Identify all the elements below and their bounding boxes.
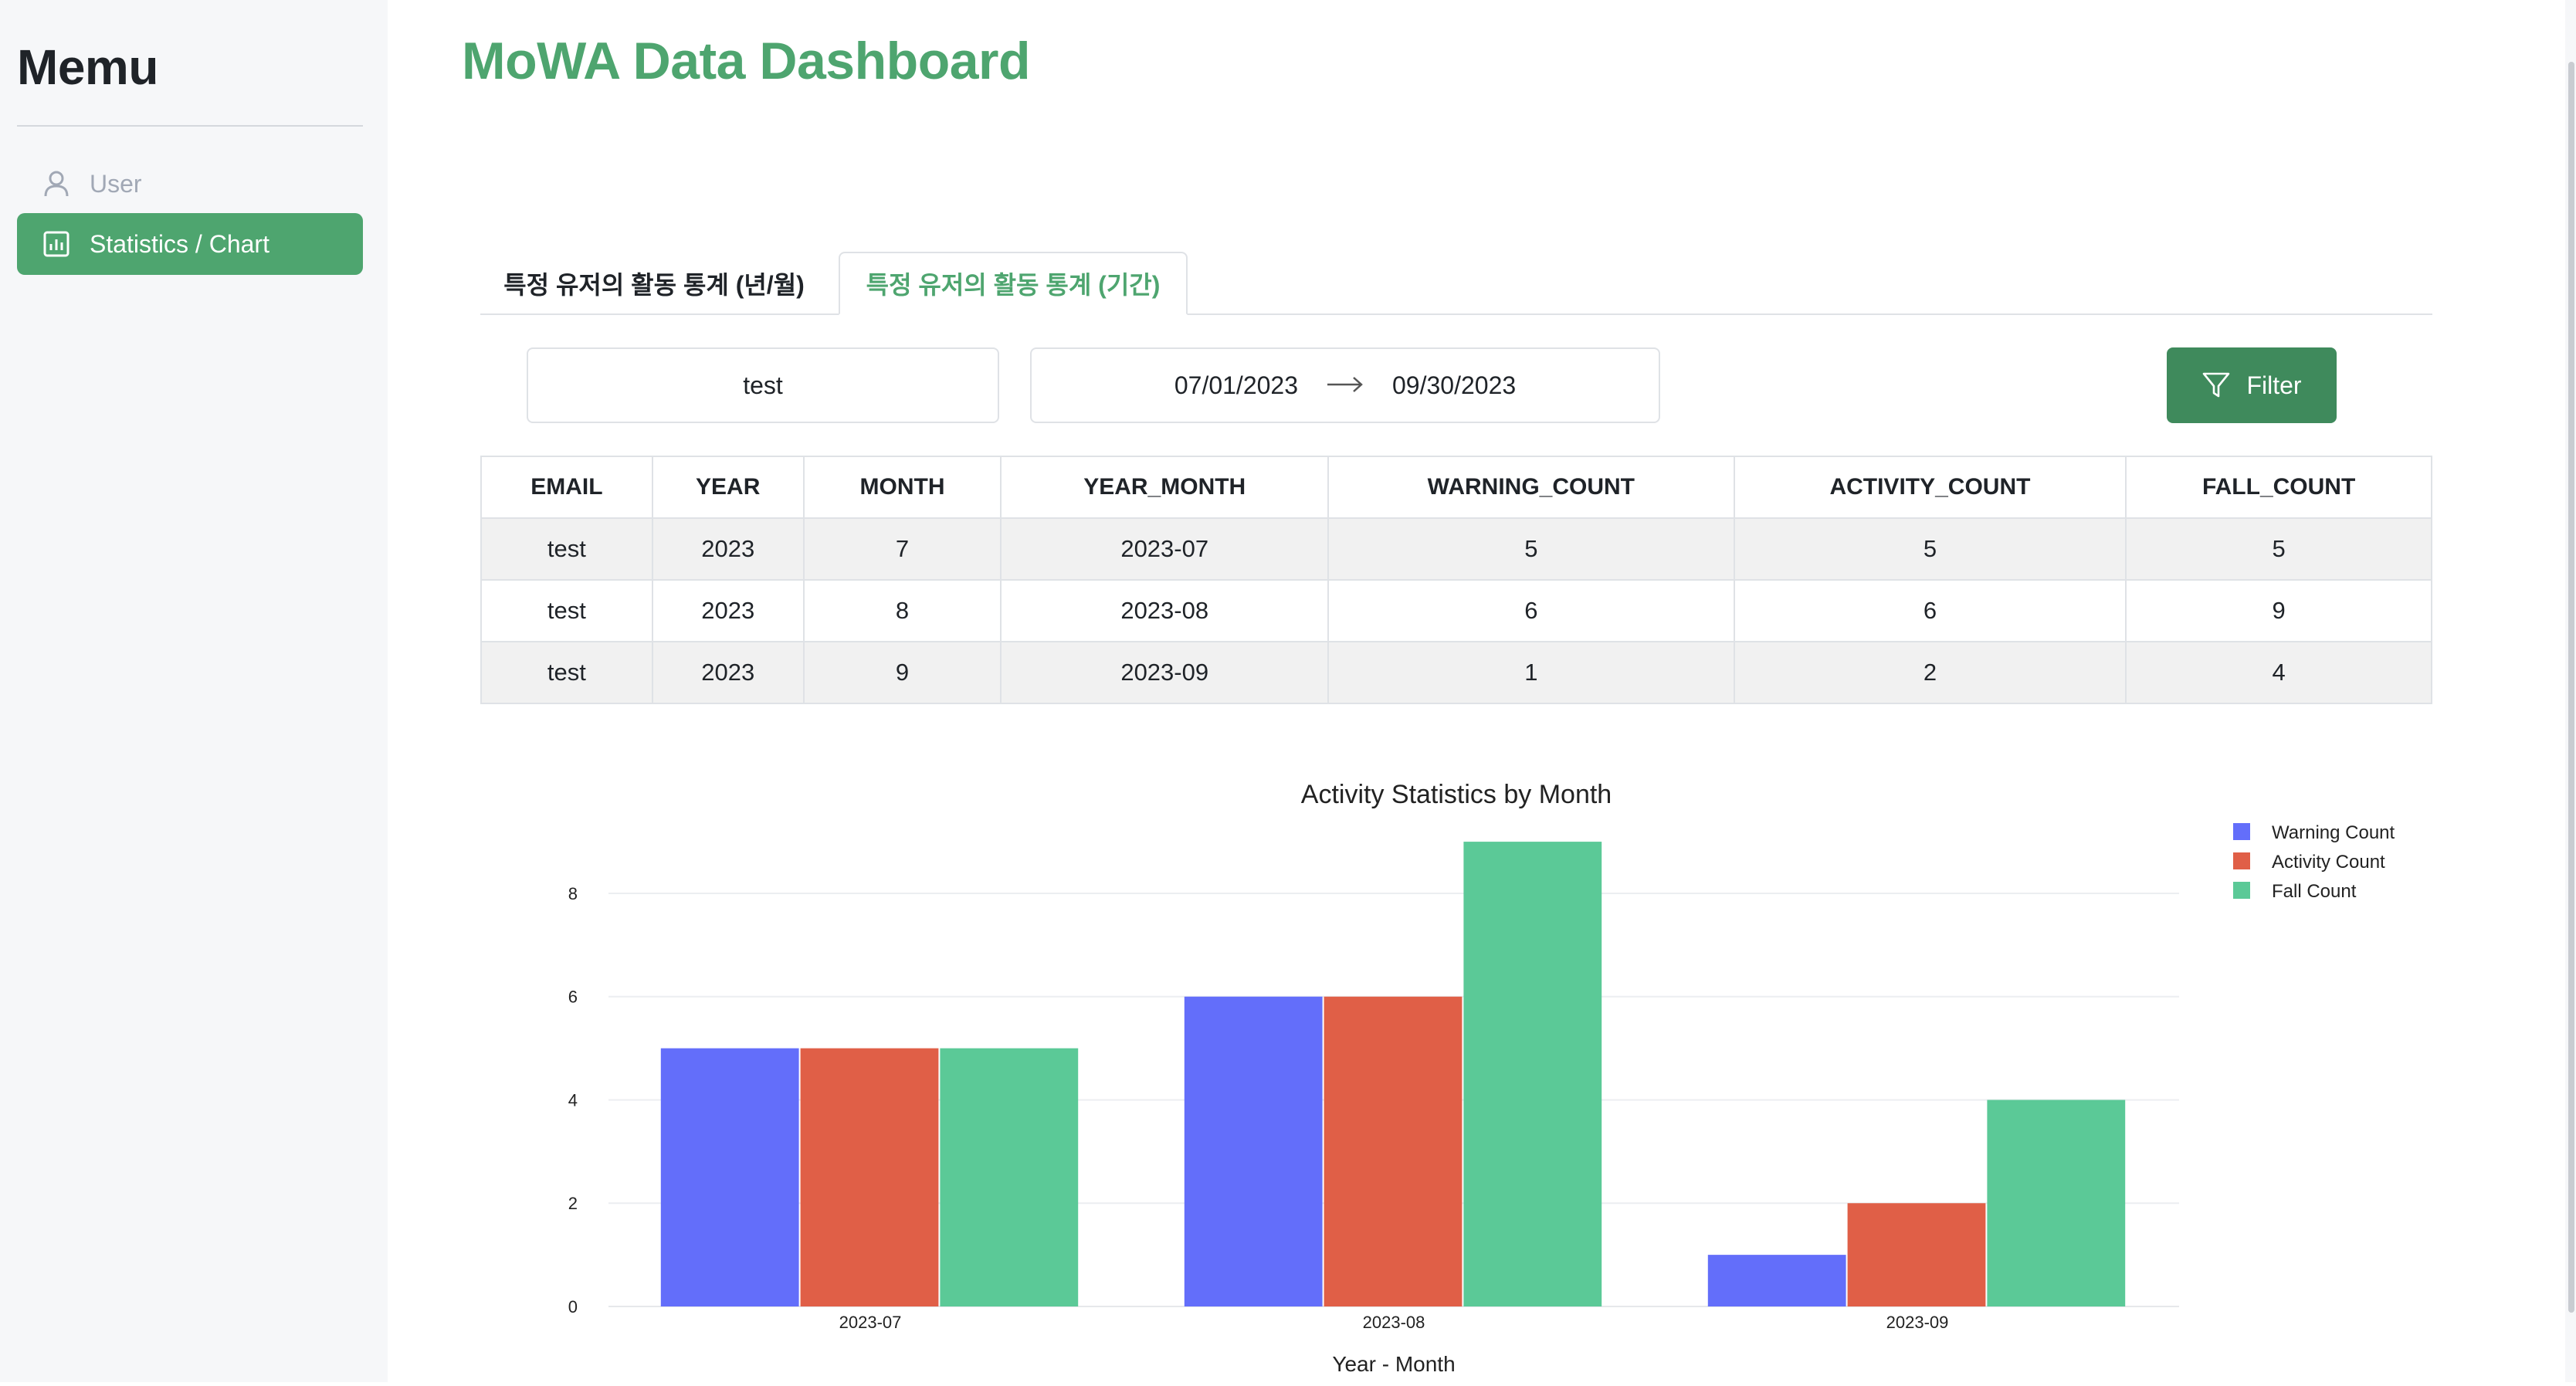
legend-swatch [2233,852,2250,869]
y-tick-label: 2 [568,1194,578,1213]
arrow-right-icon [1326,371,1364,400]
bar-chart-icon [42,229,71,259]
y-tick-label: 4 [568,1090,578,1110]
date-start-value[interactable]: 07/01/2023 [1174,371,1298,400]
sidebar-divider [17,125,363,127]
column-header-activity-count[interactable]: ACTIVITY_COUNT [1733,456,2127,519]
table-row: test 2023 8 2023-08 6 6 9 [480,579,2432,642]
sidebar-item-label: User [90,169,142,198]
table-cell: 1 [1327,641,1735,704]
statistics-table: EMAIL YEAR MONTH YEAR_MONTH WARNING_COUN… [480,456,2432,704]
table-cell: test [480,579,653,642]
filter-icon [2201,371,2231,399]
scrollbar[interactable] [2565,0,2576,1382]
sidebar: Memu User Statistics / Chart [0,0,388,1382]
bar [1184,996,1323,1306]
legend-label: Activity Count [2272,852,2385,873]
x-tick-label: 2023-07 [839,1313,902,1332]
legend-label: Warning Count [2272,822,2395,843]
table-cell: 2023-08 [1000,579,1330,642]
table-cell: 4 [2125,641,2432,704]
chart-title: Activity Statistics by Month [1301,780,1612,809]
legend-label: Fall Count [2272,881,2357,902]
column-header-month[interactable]: MONTH [802,456,1002,519]
table-cell: 6 [1733,579,2127,642]
column-header-fall-count[interactable]: FALL_COUNT [2125,456,2432,519]
user-icon [42,169,71,198]
sidebar-item-statistics-chart[interactable]: Statistics / Chart [17,213,363,275]
bar [940,1048,1079,1306]
table-cell: 9 [802,641,1002,704]
bar [800,1048,939,1306]
table-cell: 5 [1733,517,2127,581]
bar [1707,1255,1846,1306]
table-cell: 6 [1327,579,1735,642]
y-tick-label: 6 [568,988,578,1007]
column-header-year-month[interactable]: YEAR_MONTH [1000,456,1330,519]
activity-chart-svg: Activity Statistics by Month 0 2 4 6 8 2023-07… [568,780,2395,1376]
filter-button-label: Filter [2246,371,2302,399]
column-header-year[interactable]: YEAR [651,456,805,519]
tab-period-stats[interactable]: 특정 유저의 활동 통계 (기간) [839,252,1188,315]
table-cell: test [480,641,653,704]
user-search-field[interactable] [527,347,999,423]
y-tick-label: 0 [568,1297,578,1317]
table-cell: 8 [802,579,1002,642]
table-cell: 7 [802,517,1002,581]
table-cell: 2 [1733,641,2127,704]
page-title: MoWA Data Dashboard [462,32,1031,90]
table-cell: 2023-09 [1000,641,1330,704]
table-cell: 5 [2125,517,2432,581]
filter-button[interactable]: Filter [2167,347,2337,423]
table-cell: 2023 [651,641,805,704]
user-input[interactable] [550,370,976,401]
table-header-row: EMAIL YEAR MONTH YEAR_MONTH WARNING_COUN… [480,456,2432,519]
bar [1324,996,1463,1306]
table-cell: 9 [2125,579,2432,642]
tab-monthly-stats[interactable]: 특정 유저의 활동 통계 (년/월) [488,252,820,315]
legend-swatch [2233,882,2250,899]
table-cell: 2023 [651,579,805,642]
date-range-picker[interactable]: 07/01/2023 09/30/2023 [1030,347,1660,423]
bar [1847,1203,1986,1306]
sidebar-title: Memu [17,39,158,95]
table-cell: test [480,517,653,581]
bar [660,1048,799,1306]
legend-swatch [2233,823,2250,840]
table-row: test 2023 9 2023-09 1 2 4 [480,641,2432,704]
y-tick-label: 8 [568,884,578,903]
activity-chart: Activity Statistics by Month 0 2 4 6 8 2023-07… [480,764,2432,1382]
table-row: test 2023 7 2023-07 5 5 5 [480,517,2432,581]
x-tick-label: 2023-08 [1363,1313,1425,1332]
bar [1463,842,1602,1306]
x-axis-label: Year - Month [1332,1352,1455,1376]
table-cell: 2023 [651,517,805,581]
table-cell: 2023-07 [1000,517,1330,581]
date-end-value[interactable]: 09/30/2023 [1392,371,1516,400]
bar [1987,1100,2126,1306]
scrollbar-thumb[interactable] [2568,62,2574,1313]
sidebar-item-label: Statistics / Chart [90,229,269,258]
column-header-email[interactable]: EMAIL [480,456,653,519]
column-header-warning-count[interactable]: WARNING_COUNT [1327,456,1735,519]
table-cell: 5 [1327,517,1735,581]
x-tick-label: 2023-09 [1886,1313,1949,1332]
sidebar-item-user[interactable]: User [17,153,363,215]
